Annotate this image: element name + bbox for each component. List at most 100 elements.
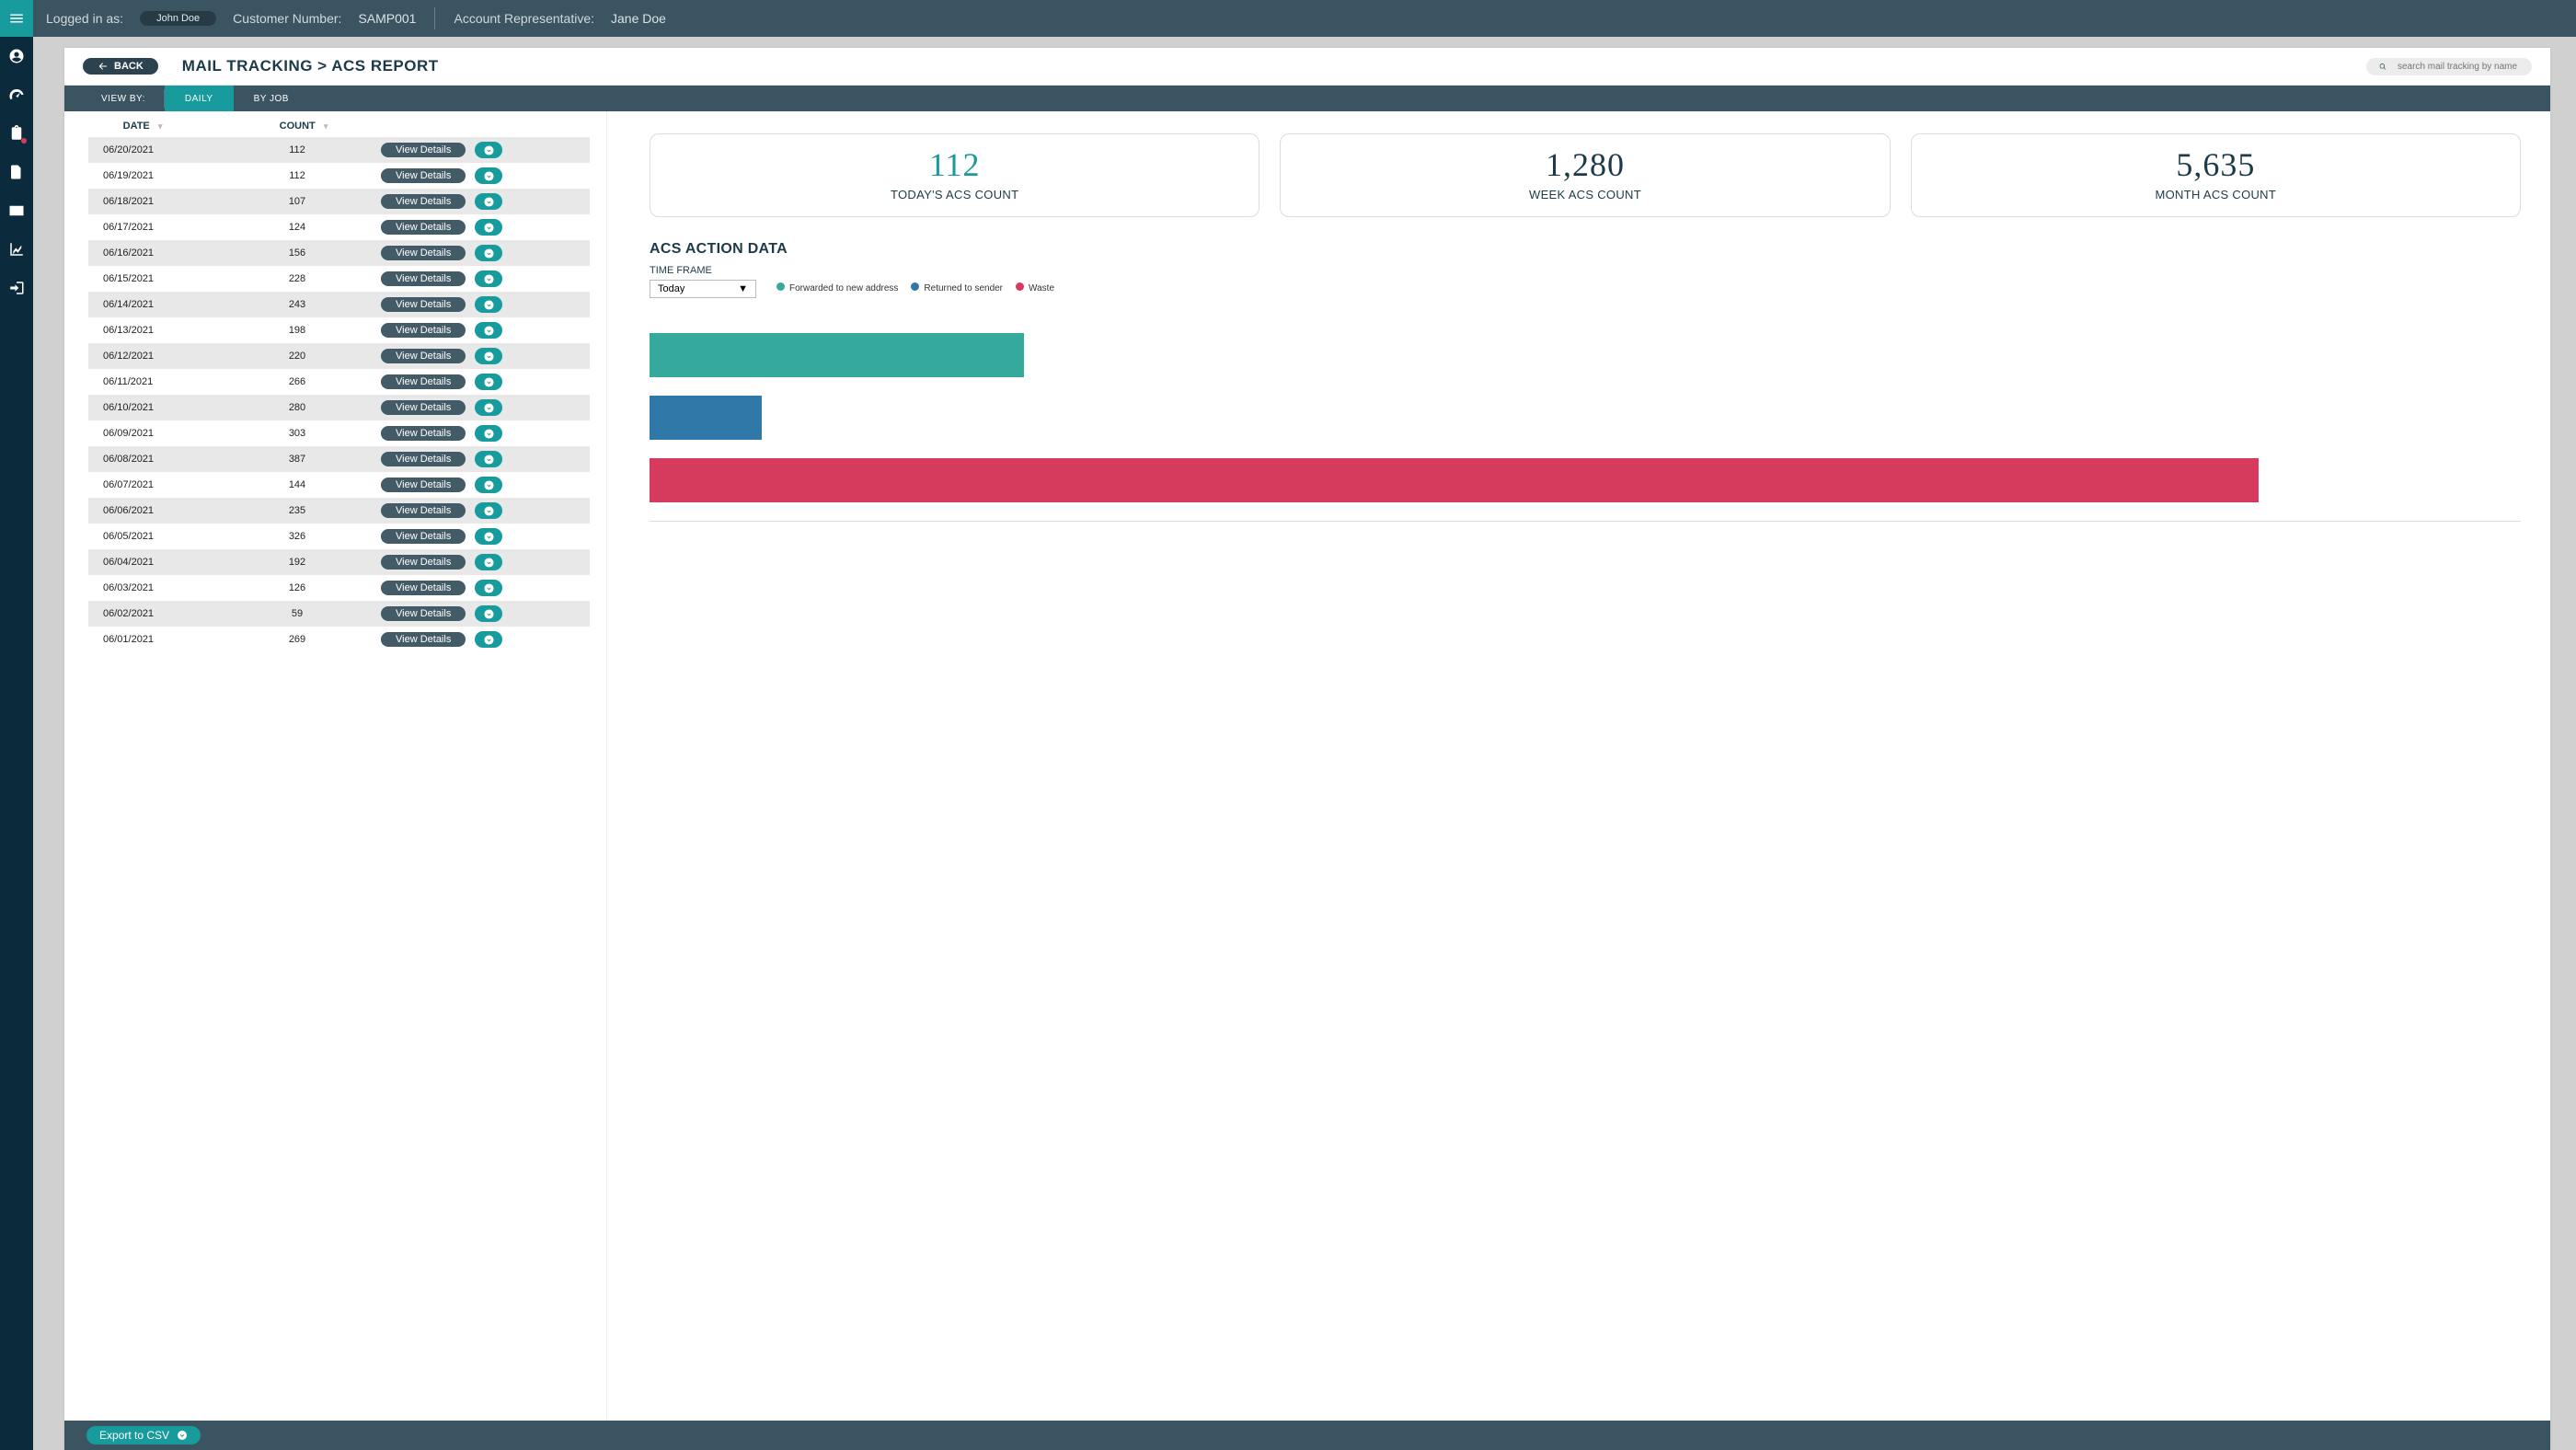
menu-icon[interactable] (0, 0, 33, 37)
row-actions: View Details (374, 296, 590, 313)
download-button[interactable] (475, 270, 502, 287)
download-icon (484, 403, 494, 413)
view-details-button[interactable]: View Details (381, 606, 466, 621)
row-date: 06/01/2021 (88, 634, 221, 645)
export-csv-button[interactable]: Export to CSV (86, 1426, 201, 1444)
view-details-button[interactable]: View Details (381, 220, 466, 235)
view-details-button[interactable]: View Details (381, 194, 466, 209)
row-actions: View Details (374, 502, 590, 519)
search-input-wrap[interactable] (2366, 58, 2532, 75)
sort-icon[interactable]: ▾ (158, 121, 163, 132)
separator (434, 7, 435, 29)
view-details-button[interactable]: View Details (381, 374, 466, 389)
view-details-button[interactable]: View Details (381, 452, 466, 466)
view-details-button[interactable]: View Details (381, 426, 466, 441)
logout-icon[interactable] (0, 269, 33, 307)
view-details-button[interactable]: View Details (381, 581, 466, 595)
view-details-button[interactable]: View Details (381, 529, 466, 544)
view-details-button[interactable]: View Details (381, 143, 466, 157)
view-details-button[interactable]: View Details (381, 271, 466, 286)
row-count: 198 (221, 325, 374, 336)
row-date: 06/09/2021 (88, 428, 221, 439)
download-button[interactable] (475, 580, 502, 596)
download-button[interactable] (475, 528, 502, 545)
clipboard-icon[interactable] (0, 114, 33, 153)
customer-number: SAMP001 (358, 11, 416, 26)
legend-dot-waste (1016, 282, 1024, 291)
download-button[interactable] (475, 142, 502, 158)
rep-label: Account Representative: (454, 11, 594, 26)
user-circle-icon[interactable] (0, 37, 33, 75)
today-value: 112 (660, 145, 1249, 184)
row-date: 06/16/2021 (88, 247, 221, 259)
view-details-button[interactable]: View Details (381, 349, 466, 363)
row-actions: View Details (374, 528, 590, 545)
tab-daily[interactable]: DAILY (165, 86, 234, 111)
logged-in-user[interactable]: John Doe (140, 11, 216, 26)
col-count-header[interactable]: COUNT (280, 121, 316, 132)
search-input[interactable] (2398, 62, 2519, 72)
view-details-button[interactable]: View Details (381, 478, 466, 492)
timeframe-select[interactable]: Today ▼ (650, 280, 756, 298)
download-button[interactable] (475, 631, 502, 648)
row-actions: View Details (374, 451, 590, 467)
row-date: 06/12/2021 (88, 351, 221, 362)
chart-bar (650, 458, 2259, 502)
timeframe-label: TIME FRAME (650, 265, 756, 276)
file-icon[interactable] (0, 153, 33, 191)
table-header: DATE ▾ COUNT ▾ (64, 111, 606, 137)
arrow-left-icon (98, 61, 109, 72)
row-actions: View Details (374, 245, 590, 261)
download-button[interactable] (475, 374, 502, 390)
download-button[interactable] (475, 477, 502, 493)
row-count: 112 (221, 170, 374, 181)
row-count: 144 (221, 479, 374, 490)
download-button[interactable] (475, 219, 502, 236)
col-date-header[interactable]: DATE (123, 121, 150, 132)
download-button[interactable] (475, 451, 502, 467)
view-details-button[interactable]: View Details (381, 168, 466, 183)
download-button[interactable] (475, 502, 502, 519)
sort-icon[interactable]: ▾ (324, 121, 328, 132)
download-button[interactable] (475, 425, 502, 442)
view-details-button[interactable]: View Details (381, 555, 466, 570)
row-actions: View Details (374, 270, 590, 287)
view-details-button[interactable]: View Details (381, 632, 466, 647)
view-details-button[interactable]: View Details (381, 323, 466, 338)
view-details-button[interactable]: View Details (381, 297, 466, 312)
view-details-button[interactable]: View Details (381, 400, 466, 415)
download-button[interactable] (475, 554, 502, 570)
gauge-icon[interactable] (0, 75, 33, 114)
download-icon (484, 583, 494, 593)
download-button[interactable] (475, 193, 502, 210)
mail-icon[interactable] (0, 191, 33, 230)
view-details-button[interactable]: View Details (381, 246, 466, 260)
row-date: 06/19/2021 (88, 170, 221, 181)
download-button[interactable] (475, 322, 502, 339)
download-button[interactable] (475, 605, 502, 622)
table-row: 06/09/2021303View Details (88, 420, 590, 446)
chart-line-icon[interactable] (0, 230, 33, 269)
back-button[interactable]: BACK (83, 58, 158, 75)
row-actions: View Details (374, 399, 590, 416)
row-actions: View Details (374, 374, 590, 390)
table-row: 06/01/2021269View Details (88, 627, 590, 652)
table-body[interactable]: 06/20/2021112View Details06/19/2021112Vi… (64, 137, 606, 1421)
row-count: 107 (221, 196, 374, 207)
download-button[interactable] (475, 296, 502, 313)
row-actions: View Details (374, 477, 590, 493)
view-details-button[interactable]: View Details (381, 503, 466, 518)
download-button[interactable] (475, 245, 502, 261)
table-row: 06/14/2021243View Details (88, 292, 590, 317)
row-date: 06/03/2021 (88, 582, 221, 593)
download-button[interactable] (475, 399, 502, 416)
row-count: 126 (221, 582, 374, 593)
chevron-down-icon: ▼ (738, 283, 748, 294)
download-button[interactable] (475, 167, 502, 184)
tab-by-job[interactable]: BY JOB (234, 86, 309, 111)
table-row: 06/04/2021192View Details (88, 549, 590, 575)
table-row: 06/19/2021112 View Details (88, 163, 590, 189)
download-button[interactable] (475, 348, 502, 364)
download-icon (484, 506, 494, 516)
row-date: 06/04/2021 (88, 557, 221, 568)
